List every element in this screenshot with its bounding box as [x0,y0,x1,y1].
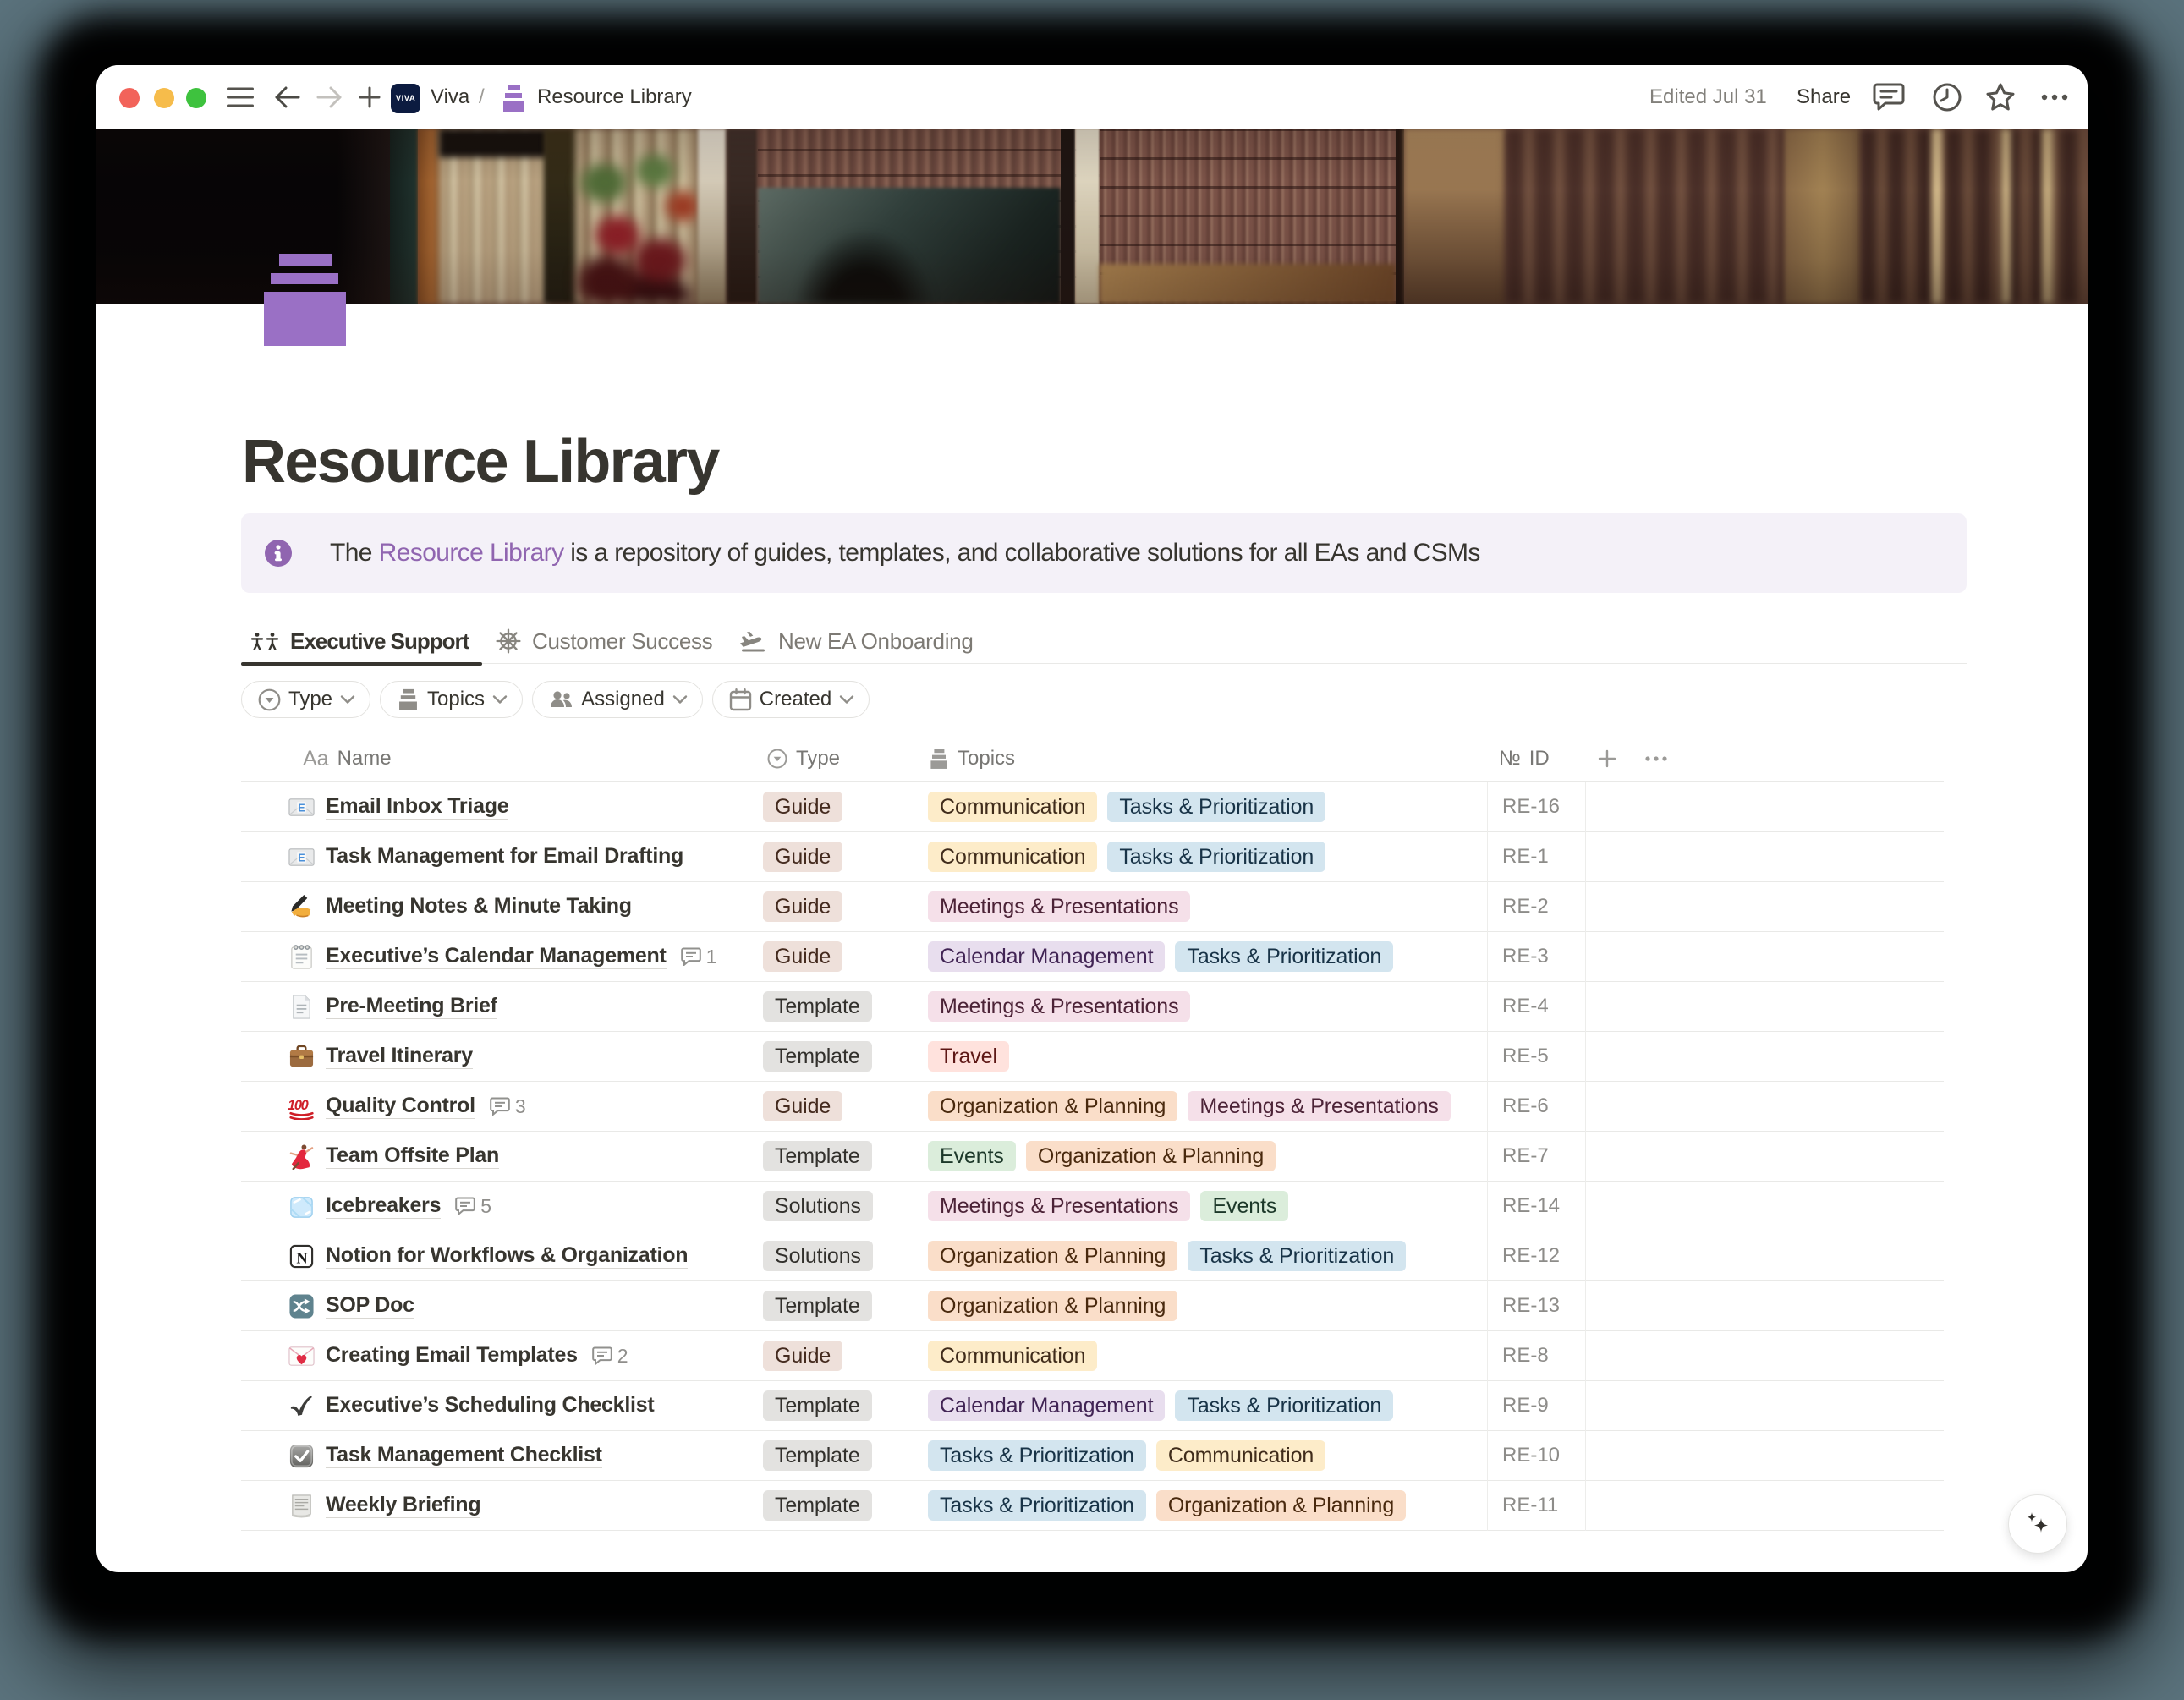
svg-text:100: 100 [288,1098,309,1113]
svg-text:N: N [296,1249,308,1266]
svg-text:E: E [298,852,305,864]
svg-text:E: E [298,802,305,814]
